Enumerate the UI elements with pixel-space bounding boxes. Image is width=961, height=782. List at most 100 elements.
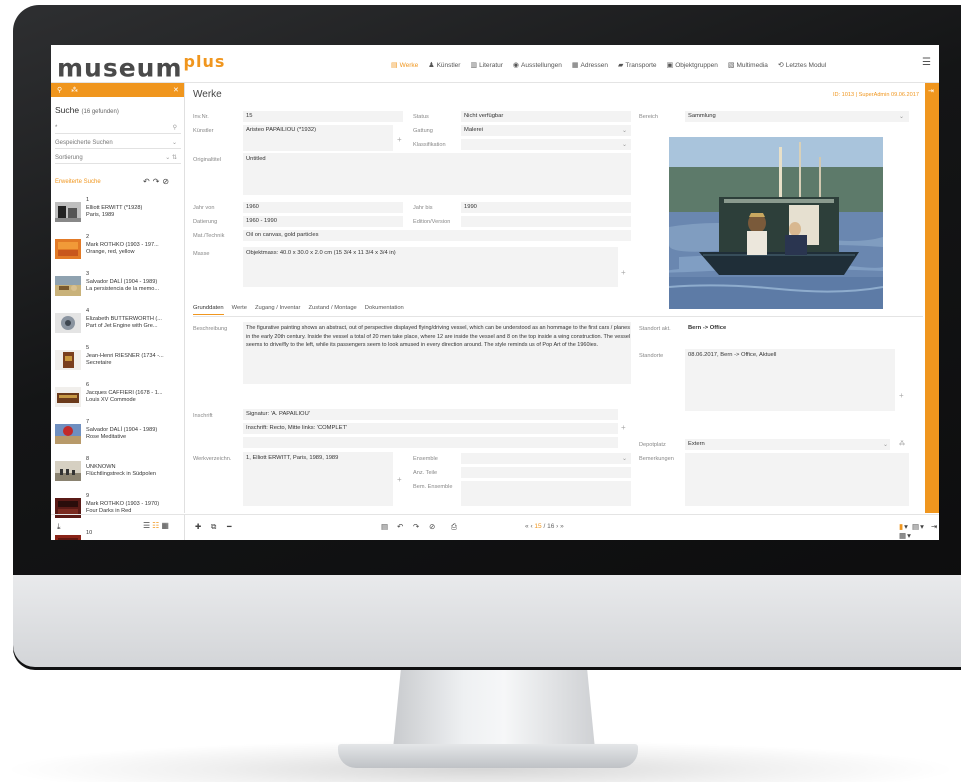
list-view-toggles: ☰☷▦ bbox=[143, 521, 171, 530]
nav-item-1[interactable]: ♟ Künstler bbox=[428, 59, 460, 71]
redo-icon[interactable]: ↷ bbox=[413, 522, 419, 531]
list-item[interactable]: 8 UNKNOWN Flüchtlingstreck in Südpolen bbox=[55, 452, 181, 489]
grid-view-icon[interactable]: ▦ bbox=[161, 521, 171, 530]
gattung-select[interactable]: Malerei bbox=[461, 125, 631, 136]
redo-icon[interactable]: ↷ bbox=[153, 177, 163, 186]
chevron-down-icon: ⌄ bbox=[622, 456, 628, 462]
nav-item-0[interactable]: ▤ Werke bbox=[391, 59, 418, 71]
collapse-panel-icon[interactable]: ⇥ bbox=[928, 87, 934, 95]
inschrift-field-3[interactable] bbox=[243, 437, 618, 448]
first-page-icon[interactable]: « bbox=[525, 523, 529, 530]
ensemble-select[interactable] bbox=[461, 453, 631, 464]
last-page-icon[interactable]: » bbox=[560, 523, 564, 530]
tab-4[interactable]: Dokumentation bbox=[365, 305, 404, 315]
depotplatz-select[interactable]: Extern bbox=[685, 439, 890, 450]
document-view-icon[interactable]: ▮ bbox=[899, 522, 904, 531]
nav-item-3[interactable]: ◉ Ausstellungen bbox=[513, 59, 562, 71]
close-icon[interactable]: ✕ bbox=[173, 86, 179, 94]
tab-2[interactable]: Zugang / Inventar bbox=[255, 305, 300, 315]
inschrift-field-2[interactable]: Inschrift: Recto, Mitte links: 'COMPLET' bbox=[243, 423, 618, 434]
monitor-stand bbox=[393, 667, 595, 749]
nav-item-4[interactable]: ▦ Adressen bbox=[572, 59, 608, 71]
list-view-icon[interactable]: ☰ bbox=[143, 521, 152, 530]
bemerkungen-field[interactable] bbox=[685, 453, 909, 506]
cancel-icon[interactable]: ⊘ bbox=[429, 522, 435, 531]
list-item[interactable]: 6 Jacques CAFFIERI (1678 - 1... Louis XV C… bbox=[55, 378, 181, 415]
datierung-field[interactable]: 1960 - 1990 bbox=[243, 216, 403, 227]
list-item[interactable]: 7 Salvador DALÍ (1904 - 1989) Rose Meditat… bbox=[55, 415, 181, 452]
advanced-search-link[interactable]: Erweiterte Suche bbox=[55, 179, 101, 185]
history-icon: ⟲ bbox=[777, 62, 784, 69]
nav-item-6[interactable]: ▣ Objektgruppen bbox=[667, 59, 718, 71]
tree-icon[interactable]: ⁂ bbox=[71, 86, 78, 94]
undo-icon[interactable]: ↶ bbox=[397, 522, 403, 531]
download-icon[interactable]: ⤓ bbox=[57, 522, 61, 532]
masse-field[interactable]: Objektmass: 40.0 x 30.0 x 2.0 cm (15 3/4… bbox=[243, 247, 618, 287]
beschreibung-label: Beschreibung bbox=[193, 326, 228, 332]
add-record-icon[interactable]: ✚ bbox=[195, 522, 201, 531]
module-nav: ▤ Werke ♟ Künstler ▥ Literatur ◉ Ausstellungen ▦… bbox=[391, 59, 826, 71]
anz-teile-field[interactable] bbox=[461, 467, 631, 478]
list-item[interactable]: 1 Elliott ERWITT (*1928) Paris, 1989 bbox=[55, 193, 181, 230]
status-field[interactable]: Nicht verfügbar bbox=[461, 111, 631, 122]
jahr-von-field[interactable]: 1960 bbox=[243, 202, 403, 213]
bereich-select[interactable]: Sammlung bbox=[685, 111, 909, 122]
list-item[interactable]: 5 Jean-Henri RIESNER (1734 -... Secretaire bbox=[55, 341, 181, 378]
inschrift-field-1[interactable]: Signatur: 'A. PAPAILIOU' bbox=[243, 409, 618, 420]
save-icon[interactable]: ▤ bbox=[381, 522, 388, 531]
nav-item-5[interactable]: ▰ Transporte bbox=[618, 59, 657, 71]
magnifier-icon[interactable]: ⚲ bbox=[173, 123, 177, 134]
tree-icon[interactable]: ⁂ bbox=[899, 440, 905, 447]
list-item[interactable]: 2 Mark ROTHKO (1903 - 197... Orange, red, … bbox=[55, 230, 181, 267]
add-artist-icon[interactable]: + bbox=[397, 135, 402, 144]
originaltitel-field[interactable]: Untitled bbox=[243, 153, 631, 195]
sort-options-icon[interactable]: ⌄ ⇅ bbox=[165, 153, 177, 164]
add-location-icon[interactable]: + bbox=[899, 391, 904, 400]
edition-field[interactable] bbox=[461, 216, 631, 227]
search-input[interactable]: * ⚲ bbox=[55, 123, 181, 134]
search-icon[interactable]: ⚲ bbox=[57, 86, 62, 94]
technik-field[interactable]: Oil on canvas, gold particles bbox=[243, 230, 631, 241]
artwork-image[interactable] bbox=[669, 137, 883, 309]
nav-item-2[interactable]: ▥ Literatur bbox=[470, 59, 502, 71]
nav-item-label: Transporte bbox=[625, 61, 657, 69]
add-dimension-icon[interactable]: + bbox=[621, 268, 626, 277]
invnr-field[interactable]: 15 bbox=[243, 111, 403, 122]
prev-page-icon[interactable]: ‹ bbox=[530, 523, 532, 530]
sorting-select[interactable]: Sortierung ⌄ ⇅ bbox=[55, 153, 181, 164]
chevron-down-icon: ⌄ bbox=[622, 128, 628, 134]
list-item[interactable]: 4 Elizabeth BUTTERWORTH (... Part of Jet E… bbox=[55, 304, 181, 341]
app-logo[interactable]: museumplus bbox=[57, 52, 225, 82]
nav-item-7[interactable]: ▧ Multimedia bbox=[728, 59, 768, 71]
kuenstler-field[interactable]: Aristeo PAPAILIOU (*1932) bbox=[243, 125, 393, 151]
next-page-icon[interactable]: › bbox=[556, 523, 558, 530]
delete-record-icon[interactable]: ━ bbox=[227, 522, 232, 531]
saved-searches-select[interactable]: Gespeicherte Suchen ⌄ bbox=[55, 138, 181, 149]
result-artist: Elizabeth BUTTERWORTH (... bbox=[86, 315, 162, 322]
tab-0[interactable]: Grunddaten bbox=[193, 305, 224, 315]
list-item[interactable]: 3 Salvador DALÍ (1904 - 1989) La persisten… bbox=[55, 267, 181, 304]
werkverz-field[interactable]: 1, Elliott ERWITT, Paris, 1989, 1989 bbox=[243, 452, 393, 506]
grid-view-icon[interactable]: ▦ bbox=[899, 531, 907, 540]
detail-list-view-icon[interactable]: ☷ bbox=[152, 521, 161, 530]
copy-record-icon[interactable]: ⧉ bbox=[211, 522, 216, 532]
current-record[interactable]: 15 bbox=[534, 523, 541, 530]
table-view-icon[interactable]: ▤ bbox=[912, 522, 920, 531]
gattung-label: Gattung bbox=[413, 128, 433, 134]
print-icon[interactable]: ⎙ bbox=[451, 522, 457, 532]
add-catalogue-icon[interactable]: + bbox=[397, 475, 402, 484]
bem-ensemble-field[interactable] bbox=[461, 481, 631, 506]
beschreibung-field[interactable]: The figurative painting shows an abstrac… bbox=[243, 322, 631, 384]
exit-icon[interactable]: ⇥ bbox=[931, 522, 937, 531]
jahr-bis-field[interactable]: 1990 bbox=[461, 202, 631, 213]
menu-icon[interactable]: ☰ bbox=[922, 57, 931, 68]
tab-1[interactable]: Werte bbox=[232, 305, 247, 315]
add-inscription-icon[interactable]: + bbox=[621, 423, 626, 432]
tab-3[interactable]: Zustand / Montage bbox=[308, 305, 356, 315]
undo-icon[interactable]: ↶ bbox=[143, 177, 153, 186]
reset-icon[interactable]: ⊘ bbox=[162, 177, 172, 186]
jahr-bis-label: Jahr bis bbox=[413, 205, 433, 211]
nav-item-8[interactable]: ⟲ Letztes Modul bbox=[778, 59, 826, 71]
standorte-field[interactable]: 08.06.2017, Bern -> Office, Aktuell bbox=[685, 349, 895, 411]
klassifikation-select[interactable] bbox=[461, 139, 631, 150]
